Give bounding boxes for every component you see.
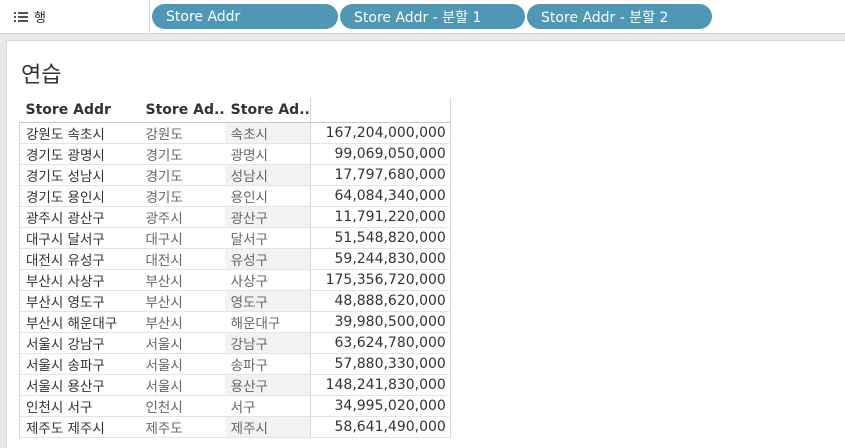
cell-split-2[interactable]: 성남시 bbox=[224, 164, 311, 186]
cell-value[interactable]: 63,624,780,000 bbox=[309, 332, 451, 354]
cell-value[interactable]: 11,791,220,000 bbox=[309, 206, 451, 228]
cell-value[interactable]: 39,980,500,000 bbox=[309, 311, 451, 333]
cell-value[interactable]: 34,995,020,000 bbox=[309, 395, 451, 417]
cell-split-1[interactable]: 경기도 bbox=[139, 143, 225, 165]
rows-pills: Store Addr Store Addr - 분할 1 Store Addr … bbox=[152, 4, 714, 29]
table-row[interactable]: 광주시 광산구 광주시 광산구 11,791,220,000 bbox=[19, 206, 451, 228]
cell-value[interactable]: 57,880,330,000 bbox=[309, 353, 451, 375]
cell-split-2[interactable]: 유성구 bbox=[224, 248, 311, 270]
table-row[interactable]: 제주도 제주시 제주도 제주시 58,641,490,000 bbox=[19, 416, 451, 438]
cell-store-addr[interactable]: 서울시 송파구 bbox=[19, 353, 140, 375]
cell-split-2[interactable]: 강남구 bbox=[224, 332, 311, 354]
pill-store-addr[interactable]: Store Addr bbox=[152, 4, 338, 29]
cell-value[interactable]: 48,888,620,000 bbox=[309, 290, 451, 312]
cell-value[interactable]: 58,641,490,000 bbox=[309, 416, 451, 438]
table-row[interactable]: 부산시 영도구 부산시 영도구 48,888,620,000 bbox=[19, 290, 451, 312]
sheet-title: 연습 bbox=[21, 63, 62, 88]
cell-split-2[interactable]: 광산구 bbox=[224, 206, 311, 228]
cell-split-2[interactable]: 속초시 bbox=[224, 122, 311, 144]
cell-value[interactable]: 51,548,820,000 bbox=[309, 227, 451, 249]
cell-split-1[interactable]: 광주시 bbox=[139, 206, 225, 228]
cell-split-2[interactable]: 달서구 bbox=[224, 227, 311, 249]
pill-store-addr-split-1[interactable]: Store Addr - 분할 1 bbox=[340, 4, 525, 29]
table-row[interactable]: 경기도 용인시 경기도 용인시 64,084,340,000 bbox=[19, 185, 451, 207]
cell-split-1[interactable]: 서울시 bbox=[139, 332, 225, 354]
rows-label-text: 행 bbox=[34, 11, 46, 26]
column-header-store-addr[interactable]: Store Addr bbox=[19, 98, 140, 123]
text-table: Store Addr Store Ad.. Store Ad.. 강원도 속초시… bbox=[19, 98, 451, 438]
cell-split-2[interactable]: 해운대구 bbox=[224, 311, 311, 333]
rows-shelf: 행 Store Addr Store Addr - 분할 1 Store Add… bbox=[0, 0, 845, 34]
cell-store-addr[interactable]: 대전시 유성구 bbox=[19, 248, 140, 270]
cell-split-1[interactable]: 경기도 bbox=[139, 185, 225, 207]
cell-store-addr[interactable]: 제주도 제주시 bbox=[19, 416, 140, 438]
cell-split-1[interactable]: 대전시 bbox=[139, 248, 225, 270]
cell-value[interactable]: 99,069,050,000 bbox=[309, 143, 451, 165]
cell-split-2[interactable]: 영도구 bbox=[224, 290, 311, 312]
header-row: Store Addr Store Ad.. Store Ad.. bbox=[19, 98, 451, 123]
cell-split-1[interactable]: 강원도 bbox=[139, 122, 225, 144]
cell-split-2[interactable]: 송파구 bbox=[224, 353, 311, 375]
cell-value[interactable]: 175,356,720,000 bbox=[309, 269, 451, 291]
cell-store-addr[interactable]: 강원도 속초시 bbox=[19, 122, 140, 144]
table-row[interactable]: 인천시 서구 인천시 서구 34,995,020,000 bbox=[19, 395, 451, 417]
table-row[interactable]: 대구시 달서구 대구시 달서구 51,548,820,000 bbox=[19, 227, 451, 249]
cell-split-1[interactable]: 부산시 bbox=[139, 311, 225, 333]
cell-store-addr[interactable]: 광주시 광산구 bbox=[19, 206, 140, 228]
column-header-value bbox=[309, 98, 451, 123]
cell-split-1[interactable]: 서울시 bbox=[139, 353, 225, 375]
cell-split-2[interactable]: 사상구 bbox=[224, 269, 311, 291]
cell-value[interactable]: 59,244,830,000 bbox=[309, 248, 451, 270]
table-row[interactable]: 서울시 강남구 서울시 강남구 63,624,780,000 bbox=[19, 332, 451, 354]
cell-store-addr[interactable]: 서울시 강남구 bbox=[19, 332, 140, 354]
cell-store-addr[interactable]: 경기도 광명시 bbox=[19, 143, 140, 165]
cell-split-2[interactable]: 광명시 bbox=[224, 143, 311, 165]
cell-store-addr[interactable]: 서울시 용산구 bbox=[19, 374, 140, 396]
table-row[interactable]: 대전시 유성구 대전시 유성구 59,244,830,000 bbox=[19, 248, 451, 270]
cell-split-1[interactable]: 서울시 bbox=[139, 374, 225, 396]
cell-store-addr[interactable]: 대구시 달서구 bbox=[19, 227, 140, 249]
cell-value[interactable]: 148,241,830,000 bbox=[309, 374, 451, 396]
table-row[interactable]: 강원도 속초시 강원도 속초시 167,204,000,000 bbox=[19, 122, 451, 144]
cell-split-1[interactable]: 인천시 bbox=[139, 395, 225, 417]
cell-split-1[interactable]: 제주도 bbox=[139, 416, 225, 438]
rows-shelf-label: 행 bbox=[0, 0, 150, 33]
cell-value[interactable]: 64,084,340,000 bbox=[309, 185, 451, 207]
cell-store-addr[interactable]: 부산시 해운대구 bbox=[19, 311, 140, 333]
cell-split-2[interactable]: 용인시 bbox=[224, 185, 311, 207]
cell-value[interactable]: 167,204,000,000 bbox=[309, 122, 451, 144]
cell-split-1[interactable]: 대구시 bbox=[139, 227, 225, 249]
table-row[interactable]: 부산시 사상구 부산시 사상구 175,356,720,000 bbox=[19, 269, 451, 291]
worksheet: 연습 Store Addr Store Ad.. Store Ad.. 강원도 … bbox=[6, 40, 845, 448]
cell-split-1[interactable]: 부산시 bbox=[139, 269, 225, 291]
table-row[interactable]: 서울시 용산구 서울시 용산구 148,241,830,000 bbox=[19, 374, 451, 396]
table-row[interactable]: 경기도 광명시 경기도 광명시 99,069,050,000 bbox=[19, 143, 451, 165]
cell-split-1[interactable]: 경기도 bbox=[139, 164, 225, 186]
cell-split-2[interactable]: 용산구 bbox=[224, 374, 311, 396]
cell-split-2[interactable]: 제주시 bbox=[224, 416, 311, 438]
table-row[interactable]: 경기도 성남시 경기도 성남시 17,797,680,000 bbox=[19, 164, 451, 186]
table-row[interactable]: 서울시 송파구 서울시 송파구 57,880,330,000 bbox=[19, 353, 451, 375]
cell-store-addr[interactable]: 부산시 사상구 bbox=[19, 269, 140, 291]
column-header-split-2[interactable]: Store Ad.. bbox=[224, 98, 311, 123]
cell-store-addr[interactable]: 부산시 영도구 bbox=[19, 290, 140, 312]
cell-split-1[interactable]: 부산시 bbox=[139, 290, 225, 312]
cell-value[interactable]: 17,797,680,000 bbox=[309, 164, 451, 186]
table-row[interactable]: 부산시 해운대구 부산시 해운대구 39,980,500,000 bbox=[19, 311, 451, 333]
cell-store-addr[interactable]: 경기도 성남시 bbox=[19, 164, 140, 186]
table-body: 강원도 속초시 강원도 속초시 167,204,000,000 경기도 광명시 경기도 광명… bbox=[19, 122, 451, 438]
column-header-split-1[interactable]: Store Ad.. bbox=[139, 98, 225, 123]
pill-store-addr-split-2[interactable]: Store Addr - 분할 2 bbox=[527, 4, 712, 29]
list-icon bbox=[14, 11, 28, 23]
cell-split-2[interactable]: 서구 bbox=[224, 395, 311, 417]
cell-store-addr[interactable]: 인천시 서구 bbox=[19, 395, 140, 417]
cell-store-addr[interactable]: 경기도 용인시 bbox=[19, 185, 140, 207]
